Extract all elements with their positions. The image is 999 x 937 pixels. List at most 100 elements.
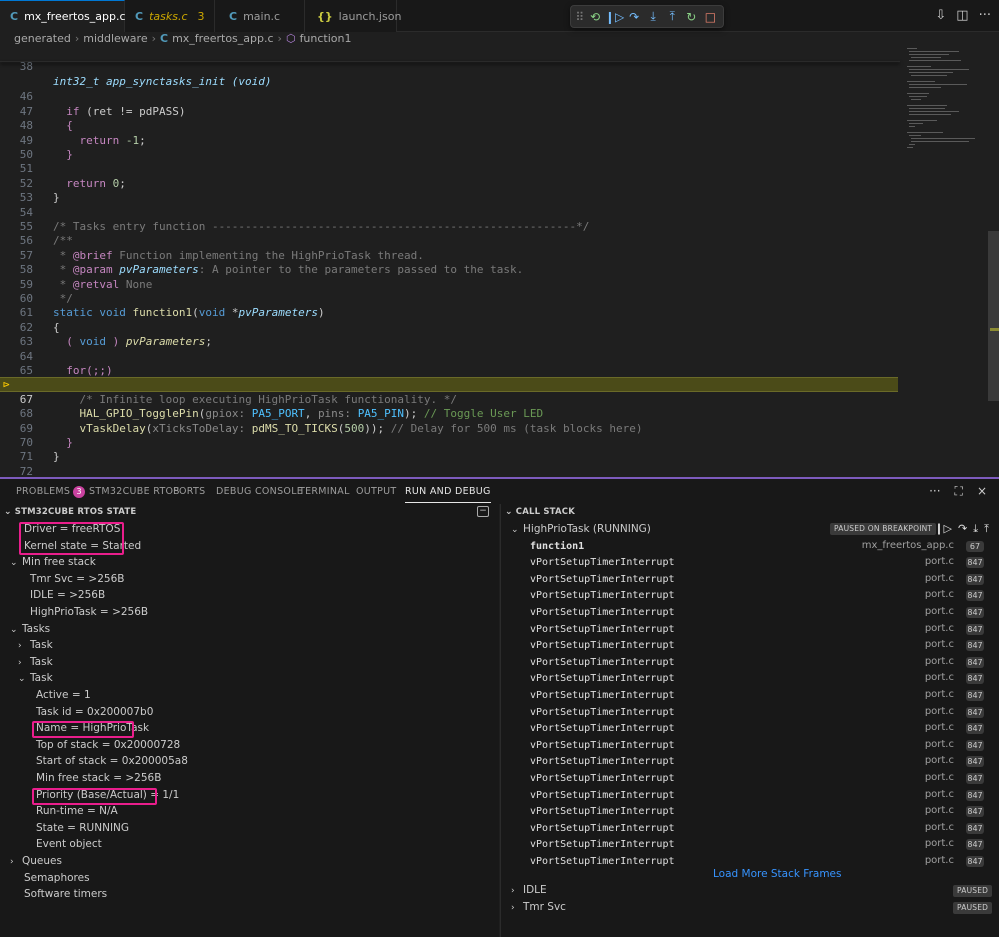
stack-frame-row[interactable]: vPortSetupTimerInterrupt port.c 847 [530, 687, 990, 704]
tab-problems[interactable]: PROBLEMS 3 [16, 486, 86, 498]
code-line[interactable]: 54 /* Tasks entry function -------------… [0, 191, 900, 233]
stack-frame-row[interactable]: vPortSetupTimerInterrupt port.c 847 [530, 753, 990, 770]
tree-item-semaphores[interactable]: Semaphores [24, 870, 90, 887]
tree-item-min-free-stack[interactable]: Min free stack = >256B [36, 770, 161, 787]
code-line[interactable]: 49 } [0, 119, 900, 161]
stack-frame-row[interactable]: vPortSetupTimerInterrupt port.c 847 [530, 820, 990, 837]
tab-run-and-debug[interactable]: RUN AND DEBUG [405, 486, 491, 503]
code-line[interactable]: 50 [0, 134, 900, 161]
tree-item-active[interactable]: Active = 1 [36, 687, 91, 704]
stack-frame-row[interactable]: vPortSetupTimerInterrupt port.c 847 [530, 836, 990, 853]
code-line[interactable]: 56 * @brief Function implementing the Hi… [0, 220, 900, 261]
thread-row[interactable]: › Tmr Svc [511, 899, 991, 916]
code-line[interactable]: 72 [0, 450, 900, 478]
code-line[interactable]: 61 { [0, 292, 900, 333]
tree-item-event-object[interactable]: Event object [36, 836, 102, 853]
tree-item-queues[interactable]: › Queues [10, 853, 62, 870]
stack-frame-row[interactable]: vPortSetupTimerInterrupt port.c 847 [530, 737, 990, 754]
tree-item-idle[interactable]: IDLE = >256B [30, 587, 105, 604]
code-line[interactable]: 63 [0, 321, 900, 348]
tree-item-tmr-svc[interactable]: Tmr Svc = >256B [30, 571, 124, 588]
step-out-icon[interactable]: ⤒ [984, 522, 989, 536]
code-line[interactable]: 52 } [0, 162, 900, 204]
code-editor[interactable]: 38 int32_t app_synctasks_init (void) 46 … [0, 46, 999, 478]
tree-item-state[interactable]: State = RUNNING [36, 820, 129, 837]
open-changes-icon[interactable]: ⇩ [935, 8, 946, 23]
load-more-stack-frames-link[interactable]: Load More Stack Frames [713, 868, 842, 880]
tree-item-task-id[interactable]: Task id = 0x200007b0 [36, 704, 153, 721]
code-line[interactable]: 70 } [0, 422, 900, 463]
code-line[interactable]: 59 */ [0, 263, 900, 305]
code-line[interactable]: 66 /* Infinite loop executing HighPrioTa… [0, 364, 900, 405]
tab-tasks[interactable]: C tasks.c 3 [125, 0, 215, 32]
stack-frame-row[interactable]: vPortSetupTimerInterrupt port.c 847 [530, 587, 990, 604]
tab-output[interactable]: OUTPUT [356, 486, 397, 497]
step-over-icon[interactable]: ↷ [626, 8, 643, 26]
tab-main[interactable]: C main.c [215, 0, 305, 32]
tree-item-task[interactable]: ⌄ Task [18, 670, 53, 687]
scrollbar-thumb[interactable] [988, 231, 999, 401]
breadcrumb-item[interactable]: function1 [300, 32, 352, 45]
code-line[interactable]: 47 { [0, 90, 900, 132]
split-editor-icon[interactable]: ◫ [956, 8, 968, 23]
stack-frame-row[interactable]: vPortSetupTimerInterrupt port.c 847 [530, 787, 990, 804]
tree-item-highprio[interactable]: HighPrioTask = >256B [30, 604, 148, 621]
section-header[interactable]: ⌄ CALL STACK [501, 504, 999, 520]
stack-frame-row[interactable]: vPortSetupTimerInterrupt port.c 847 [530, 604, 990, 621]
continue-icon[interactable]: ❙▷ [605, 8, 624, 26]
code-line[interactable]: 57 * @param pvParameters: A pointer to t… [0, 234, 900, 276]
close-panel-icon[interactable]: × [977, 484, 987, 499]
thread-row[interactable]: › IDLE [511, 882, 991, 899]
section-header[interactable]: ⌄ STM32CUBE RTOS STATE [0, 504, 499, 520]
code-line[interactable]: 53 [0, 177, 900, 204]
restart-icon[interactable]: ↻ [683, 8, 700, 26]
tab-stm32cube-rtos[interactable]: STM32CUBE RTOS [89, 486, 180, 497]
step-into-icon[interactable]: ⤓ [645, 8, 662, 26]
stack-frame-row[interactable]: vPortSetupTimerInterrupt port.c 847 [530, 770, 990, 787]
breadcrumb-item[interactable]: middleware [83, 32, 147, 45]
code-line[interactable]: 48 return -1; [0, 105, 900, 146]
step-into-icon[interactable]: ⤓ [973, 522, 978, 536]
more-actions-icon[interactable]: ··· [979, 8, 991, 23]
tree-item-run-time[interactable]: Run-time = N/A [36, 803, 118, 820]
tree-item-task[interactable]: › Task [18, 654, 53, 671]
tree-item-task[interactable]: › Task [18, 637, 53, 654]
code-line[interactable]: 65 { [0, 350, 900, 391]
tab-terminal[interactable]: TERMINAL [299, 486, 350, 497]
stop-icon[interactable]: □ [702, 8, 719, 26]
stack-frame-row[interactable]: vPortSetupTimerInterrupt port.c 847 [530, 571, 990, 588]
stack-frame-row[interactable]: vPortSetupTimerInterrupt port.c 847 [530, 670, 990, 687]
stack-frame-row[interactable]: vPortSetupTimerInterrupt port.c 847 [530, 554, 990, 571]
code-line[interactable]: 58 * @retval None [0, 249, 900, 290]
code-line[interactable]: 51 return 0; [0, 148, 900, 189]
stack-frame-row[interactable]: vPortSetupTimerInterrupt port.c 847 [530, 621, 990, 638]
step-out-icon[interactable]: ⤒ [664, 8, 681, 26]
more-actions-icon[interactable]: ··· [929, 484, 940, 499]
tab-ports[interactable]: PORTS [173, 486, 205, 497]
code-line[interactable]: 55 /** [0, 206, 900, 247]
code-line[interactable]: 62 ( void ) pvParameters; [0, 306, 900, 348]
breakpoint-arrow-icon[interactable]: ⊳ [3, 379, 13, 390]
tree-item-tasks[interactable]: ⌄ Tasks [10, 621, 50, 638]
code-line[interactable]: 46 if (ret != pdPASS) [0, 76, 900, 117]
tree-item-top-of-stack[interactable]: Top of stack = 0x20000728 [36, 737, 180, 754]
maximize-panel-icon[interactable]: ⛶ [955, 484, 963, 499]
continue-icon[interactable]: ❙▷ [934, 522, 952, 536]
stack-frame-row[interactable]: vPortSetupTimerInterrupt port.c 847 [530, 720, 990, 737]
tree-item-software-timers[interactable]: Software timers [24, 886, 107, 903]
code-line[interactable]: 60 static void function1(void *pvParamet… [0, 278, 900, 319]
tab-launch-json[interactable]: {} launch.json [305, 0, 401, 32]
breadcrumb-item[interactable]: generated [14, 32, 71, 45]
tab-debug-console[interactable]: DEBUG CONSOLE [216, 486, 303, 497]
tree-item-min-free-stack[interactable]: ⌄ Min free stack [10, 554, 96, 571]
current-execution-line[interactable]: 67 HAL_GPIO_TogglePin(gpiox: PA5_PORT, p… [0, 377, 898, 420]
stack-frame-row[interactable]: vPortSetupTimerInterrupt port.c 847 [530, 654, 990, 671]
sticky-scroll-line[interactable]: 38 int32_t app_synctasks_init (void) [0, 46, 900, 87]
code-line[interactable]: 69 } [0, 407, 900, 449]
stack-frame-row[interactable]: vPortSetupTimerInterrupt port.c 847 [530, 803, 990, 820]
tab-mx-freertos-app[interactable]: C mx_freertos_app.c × [0, 0, 144, 32]
thread-row[interactable]: ⌄ HighPrioTask (RUNNING) [511, 521, 651, 538]
code-line[interactable]: 68 vTaskDelay(xTicksToDelay: pdMS_TO_TIC… [0, 393, 900, 434]
stack-frame-row[interactable]: function1 mx_freertos_app.c 67 [530, 538, 990, 555]
stack-frame-row[interactable]: vPortSetupTimerInterrupt port.c 847 [530, 637, 990, 654]
